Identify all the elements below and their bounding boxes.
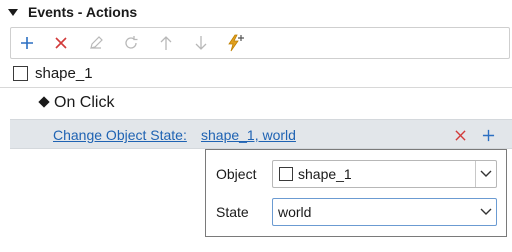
action-editor-popup: Object shape_1 State world [205,149,507,237]
collapse-triangle-icon[interactable] [8,9,18,16]
action-name-link[interactable]: Change Object State: [53,127,187,143]
panel-header[interactable]: Events - Actions [0,0,512,26]
delete-button[interactable] [47,28,75,58]
close-icon [454,129,466,141]
toolbar [10,27,510,59]
close-icon [55,37,67,49]
object-checkbox[interactable] [13,66,28,81]
state-select[interactable]: world [272,198,497,226]
state-field-label: State [216,204,249,220]
add-action-button[interactable] [478,125,498,145]
event-label: On Click [54,94,115,111]
object-select-value: shape_1 [298,166,352,182]
object-checkbox [279,167,293,181]
object-select[interactable]: shape_1 [272,160,497,188]
event-diamond-icon [38,96,50,108]
refresh-button[interactable] [117,28,145,58]
select-divider [475,161,476,187]
object-field-label: Object [216,166,257,182]
plus-icon [482,129,494,141]
tree-object-row[interactable]: shape_1 [0,60,512,88]
object-label: shape_1 [35,65,93,82]
arrow-down-icon [195,36,207,50]
move-up-button[interactable] [152,28,180,58]
plus-icon [21,37,33,49]
tree-event-row[interactable]: On Click [0,89,512,118]
state-select-value: world [278,204,312,220]
lightning-plus-icon [228,34,244,52]
edit-button[interactable] [82,28,110,58]
panel-title: Events - Actions [28,4,138,20]
arrow-up-icon [160,36,172,50]
chevron-down-icon [480,170,492,177]
add-button[interactable] [13,28,41,58]
refresh-icon [125,36,138,49]
pencil-icon [90,36,103,49]
delete-action-button[interactable] [450,125,470,145]
chevron-down-icon [480,208,492,215]
move-down-button[interactable] [187,28,215,58]
action-params-link[interactable]: shape_1, world [201,127,296,143]
tree-action-row[interactable]: Change Object State: shape_1, world [10,119,512,149]
add-event-button[interactable] [222,28,250,58]
